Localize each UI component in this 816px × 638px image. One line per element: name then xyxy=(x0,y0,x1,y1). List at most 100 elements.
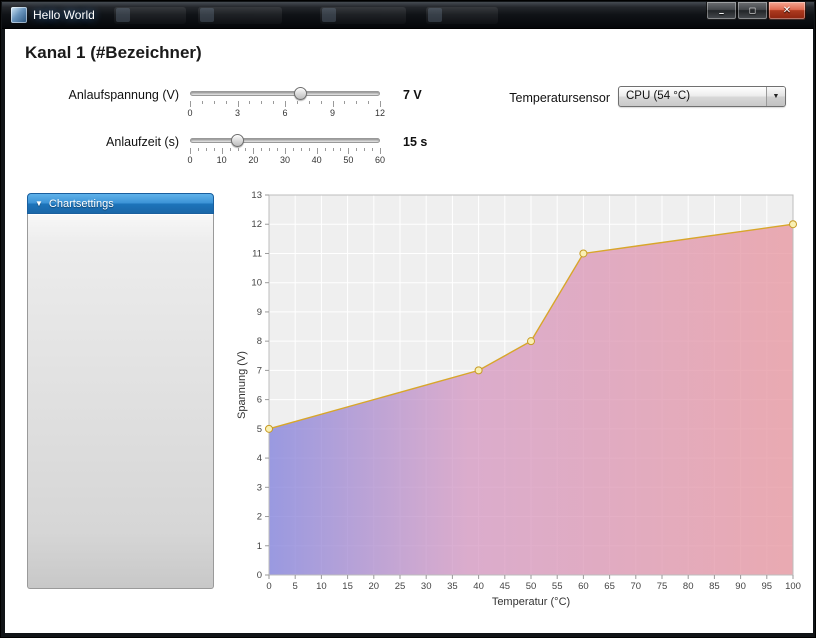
tick-label: 10 xyxy=(216,155,227,165)
tick-mark xyxy=(348,148,350,154)
tick-mark xyxy=(364,148,366,151)
voltage-temperature-chart: 0 5 10 15 20 25 30 35 40 45 50 55 60 65 70 75 80 85 90 95 10… xyxy=(236,190,801,608)
close-button[interactable]: ✕ xyxy=(768,2,806,20)
tick-mark xyxy=(308,101,310,104)
chevron-down-icon[interactable]: ▼ xyxy=(766,87,785,106)
svg-text:45: 45 xyxy=(500,581,511,592)
tick-mark xyxy=(245,148,247,151)
titlebar[interactable]: Hello World – ◻ ✕ xyxy=(2,2,814,29)
close-icon: ✕ xyxy=(782,4,792,16)
page-title: Kanal 1 (#Bezeichner) xyxy=(25,43,202,62)
tick-mark xyxy=(380,148,381,154)
tick-mark xyxy=(277,148,279,151)
svg-text:40: 40 xyxy=(473,581,484,592)
window-controls: – ◻ ✕ xyxy=(706,2,806,20)
svg-text:7: 7 xyxy=(257,365,262,376)
tick-mark xyxy=(197,148,199,151)
anlaufzeit-slider[interactable]: 0 10 20 30 40 50 60 xyxy=(187,134,385,168)
tick-mark xyxy=(213,101,215,104)
svg-text:100: 100 xyxy=(785,581,801,592)
data-point xyxy=(789,220,797,229)
svg-text:60: 60 xyxy=(578,581,589,592)
x-axis-label: Temperatur (°C) xyxy=(492,596,570,608)
titlebar-ghost xyxy=(114,7,186,24)
svg-text:75: 75 xyxy=(657,581,668,592)
tick-mark xyxy=(190,148,191,154)
titlebar-ghost xyxy=(320,7,406,24)
tick-label: 12 xyxy=(374,108,386,118)
tick-mark xyxy=(285,148,286,154)
tick-mark xyxy=(201,101,203,104)
tick-mark xyxy=(229,148,231,151)
tick-mark xyxy=(332,101,334,107)
tick-mark xyxy=(380,101,381,107)
slider-ticks: 0 10 20 30 40 50 60 xyxy=(187,147,385,167)
minimize-button[interactable]: – xyxy=(706,2,737,20)
tick-label: 9 xyxy=(329,108,336,118)
tick-label: 3 xyxy=(234,108,241,118)
svg-text:95: 95 xyxy=(762,581,773,592)
slider-track[interactable] xyxy=(190,91,380,96)
titlebar-ghost xyxy=(426,7,498,24)
tick-mark xyxy=(340,148,342,151)
tick-label: 40 xyxy=(311,155,322,165)
tick-mark xyxy=(292,148,294,151)
svg-text:80: 80 xyxy=(683,581,694,592)
tick-label: 20 xyxy=(248,155,259,165)
tick-mark xyxy=(190,101,191,107)
chartsettings-header[interactable]: ▼ Chartsettings xyxy=(27,193,214,214)
svg-text:5: 5 xyxy=(257,424,262,435)
anlaufspannung-label: Anlaufspannung (V) xyxy=(68,88,180,102)
app-icon xyxy=(11,7,27,23)
slider-ticks: 0 3 6 9 12 xyxy=(187,100,385,120)
tick-mark xyxy=(316,148,318,154)
window-title: Hello World xyxy=(33,8,95,22)
tick-mark xyxy=(324,148,326,151)
slider-thumb[interactable] xyxy=(230,134,244,147)
svg-text:10: 10 xyxy=(316,581,327,592)
chartsettings-title: Chartsettings xyxy=(48,197,114,210)
svg-text:4: 4 xyxy=(257,453,262,464)
tick-mark xyxy=(253,148,255,154)
slider-track[interactable] xyxy=(190,138,380,143)
tick-label: 6 xyxy=(282,108,288,118)
anlaufspannung-slider[interactable]: 0 3 6 9 12 xyxy=(187,87,385,121)
chart-container: 0 5 10 15 20 25 30 35 40 45 50 55 60 65 70 75 80 85 90 95 10… xyxy=(223,189,815,618)
svg-text:2: 2 xyxy=(257,512,262,523)
maximize-button[interactable]: ◻ xyxy=(737,2,768,20)
collapse-arrow-icon: ▼ xyxy=(35,199,43,208)
svg-text:13: 13 xyxy=(251,190,262,201)
temperatursensor-select[interactable]: CPU (54 °C) ▼ xyxy=(618,86,786,107)
svg-text:70: 70 xyxy=(631,581,642,592)
tick-label: 50 xyxy=(343,155,354,165)
svg-text:1: 1 xyxy=(257,541,262,552)
svg-text:30: 30 xyxy=(421,581,432,592)
tick-mark xyxy=(221,148,223,154)
svg-text:11: 11 xyxy=(252,248,262,259)
y-axis-label: Spannung (V) xyxy=(236,351,248,419)
tick-mark xyxy=(356,101,358,104)
tick-mark xyxy=(213,148,215,151)
svg-text:10: 10 xyxy=(251,278,262,289)
data-point xyxy=(579,249,588,258)
tick-label: 30 xyxy=(279,155,291,165)
tick-mark xyxy=(269,148,271,151)
app-window: Hello World – ◻ ✕ Kanal 1 (#Bezeichner) … xyxy=(0,0,816,638)
tick-mark xyxy=(285,101,286,107)
chartsettings-pane: ▼ Chartsettings xyxy=(27,193,214,589)
svg-text:0: 0 xyxy=(257,570,262,581)
slider-thumb[interactable] xyxy=(293,87,307,100)
chartsettings-body xyxy=(27,214,214,589)
svg-text:35: 35 xyxy=(447,581,458,592)
tick-mark xyxy=(368,101,370,104)
svg-text:65: 65 xyxy=(604,581,615,592)
maximize-icon: ◻ xyxy=(748,5,757,15)
tick-mark xyxy=(308,148,310,151)
svg-text:85: 85 xyxy=(709,581,720,592)
svg-text:5: 5 xyxy=(293,581,298,592)
tick-mark xyxy=(273,101,275,104)
svg-text:25: 25 xyxy=(395,581,406,592)
data-point xyxy=(527,337,535,346)
tick-mark xyxy=(237,148,239,151)
tick-mark xyxy=(372,148,374,151)
